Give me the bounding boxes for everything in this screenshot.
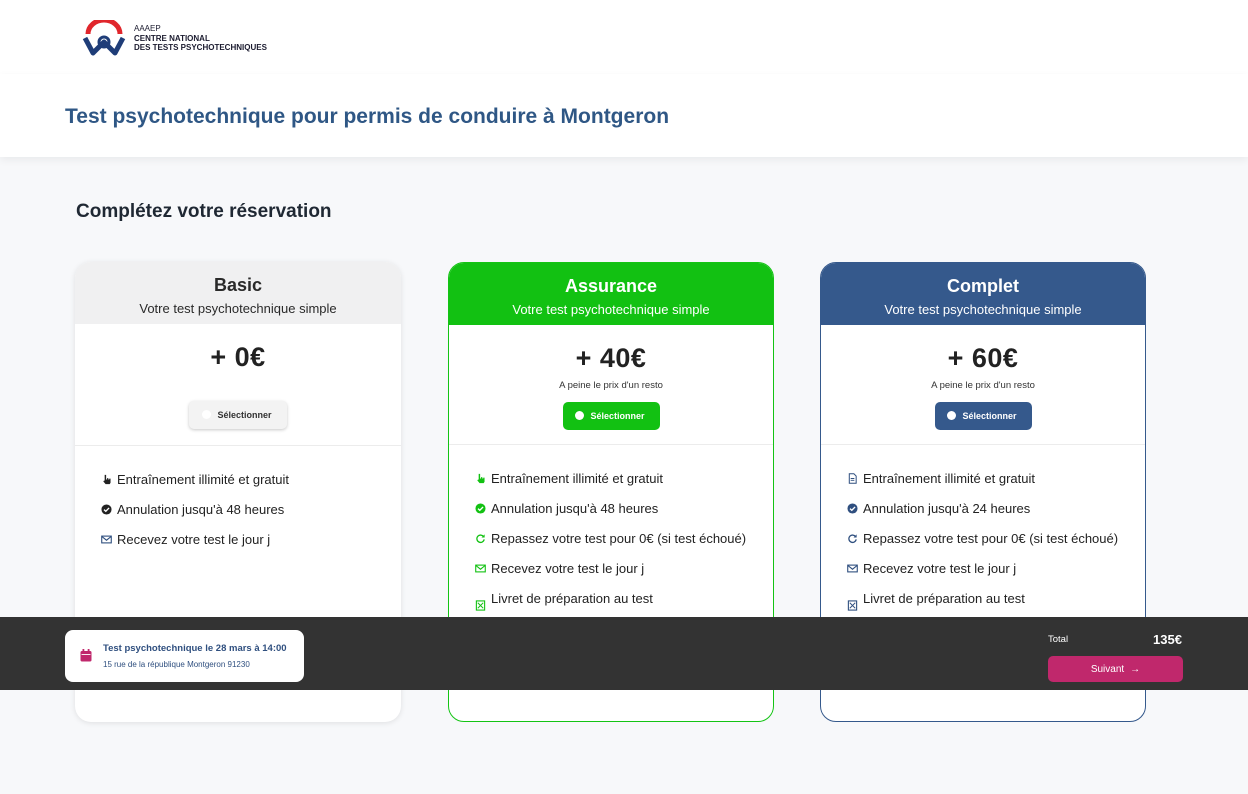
checkout-bar: Test psychotechnique le 28 mars à 14:00 …	[0, 617, 1248, 690]
feature-label: Recevez votre test le jour j	[491, 561, 645, 576]
envelope-icon	[847, 563, 858, 574]
plan-subtitle: Votre test psychotechnique simple	[884, 302, 1082, 317]
feature-label: Annulation jusqu'à 48 heures	[491, 501, 659, 516]
envelope-icon	[101, 534, 112, 545]
radio-icon	[947, 411, 957, 420]
feature-label: Recevez votre test le jour j	[863, 561, 1017, 576]
feature-list: Entraînement illimité et gratuit Annulat…	[449, 445, 773, 621]
select-label: Sélectionner	[962, 411, 1017, 421]
select-basic-button[interactable]: Sélectionner	[189, 401, 287, 429]
hand-pointer-icon	[475, 473, 486, 484]
plan-name: Basic	[213, 275, 263, 295]
feature-list: Entraînement illimité et gratuit Annulat…	[75, 446, 401, 562]
total-label: Total	[1048, 634, 1069, 645]
feature-item: Recevez votre test le jour j	[847, 561, 1145, 591]
feature-label: Entraînement illimité et gratuit	[863, 471, 1035, 486]
feature-item: Entraînement illimité et gratuit	[847, 471, 1145, 501]
redo-icon	[475, 533, 486, 544]
plan-price: + 60€	[947, 343, 1019, 373]
feature-item: Annulation jusqu'à 48 heures	[475, 501, 773, 531]
plan-price-note: A peine le prix d'un resto	[931, 380, 1035, 391]
feature-label: Annulation jusqu'à 48 heures	[117, 502, 285, 517]
select-label: Sélectionner	[217, 410, 272, 420]
feature-label: Annulation jusqu'à 24 heures	[863, 501, 1031, 516]
plan-name: Assurance	[564, 276, 658, 296]
logo[interactable]: AAAEP CENTRE NATIONAL DES TESTS PSYCHOTE…	[82, 18, 282, 58]
feature-item: Annulation jusqu'à 24 heures	[847, 501, 1145, 531]
plan-name: Complet	[947, 276, 1019, 296]
feature-item: Recevez votre test le jour j	[101, 532, 401, 562]
feature-item: Repassez votre test pour 0€ (si test éch…	[475, 531, 773, 561]
feature-label: Livret de préparation au test	[491, 591, 653, 606]
logo-icon	[82, 20, 126, 56]
radio-icon	[575, 411, 585, 420]
select-assurance-button[interactable]: Sélectionner	[562, 402, 660, 430]
booking-address: 15 rue de la république Montgeron 91230	[103, 660, 250, 669]
plan-price: + 0€	[210, 342, 266, 372]
logo-text: AAAEP CENTRE NATIONAL DES TESTS PSYCHOTE…	[134, 24, 267, 53]
hand-pointer-icon	[101, 474, 112, 485]
envelope-icon	[475, 563, 486, 574]
redo-icon	[847, 533, 858, 544]
plan-price-note: A peine le prix d'un resto	[559, 380, 663, 391]
logo-line-2: CENTRE NATIONAL	[134, 33, 210, 43]
select-label: Sélectionner	[590, 411, 645, 421]
title-bar: Test psychotechnique pour permis de cond…	[0, 74, 1248, 157]
total-value: 135€	[1153, 632, 1182, 647]
check-circle-icon	[475, 503, 486, 514]
next-label: Suivant	[1090, 663, 1125, 675]
arrow-right-icon: →	[1130, 663, 1141, 675]
feature-item: Entraînement illimité et gratuit	[101, 472, 401, 502]
feature-list: Entraînement illimité et gratuit Annulat…	[821, 445, 1145, 621]
feature-item: Entraînement illimité et gratuit	[475, 471, 773, 501]
feature-label: Entraînement illimité et gratuit	[491, 471, 663, 486]
check-circle-icon	[847, 503, 858, 514]
plan-header: Assurance Votre test psychotechnique sim…	[449, 263, 773, 325]
feature-item: Repassez votre test pour 0€ (si test éch…	[847, 531, 1145, 561]
feature-label: Recevez votre test le jour j	[117, 532, 271, 547]
logo-line-1: AAAEP	[134, 24, 161, 33]
feature-label: Repassez votre test pour 0€ (si test éch…	[863, 531, 1119, 546]
next-button[interactable]: Suivant →	[1048, 656, 1183, 682]
feature-item: Annulation jusqu'à 48 heures	[101, 502, 401, 532]
booking-summary[interactable]: Test psychotechnique le 28 mars à 14:00 …	[65, 630, 304, 682]
section-title: Complétez votre réservation	[76, 201, 332, 222]
select-complet-button[interactable]: Sélectionner	[934, 402, 1032, 430]
plan-header: Basic Votre test psychotechnique simple	[75, 262, 401, 324]
page-title: Test psychotechnique pour permis de cond…	[65, 105, 670, 128]
feature-label: Repassez votre test pour 0€ (si test éch…	[491, 531, 747, 546]
feature-label: Livret de préparation au test	[863, 591, 1025, 606]
radio-icon	[202, 410, 212, 419]
logo-line-3: DES TESTS PSYCHOTECHNIQUES	[134, 43, 267, 52]
plan-subtitle: Votre test psychotechnique simple	[139, 301, 337, 316]
plan-price: + 40€	[575, 343, 647, 373]
book-icon	[475, 600, 486, 611]
top-header: AAAEP CENTRE NATIONAL DES TESTS PSYCHOTE…	[0, 0, 1248, 74]
book-icon	[847, 600, 858, 611]
plan-price-note	[75, 379, 401, 391]
calendar-icon	[80, 649, 92, 662]
booking-title: Test psychotechnique le 28 mars à 14:00	[103, 643, 287, 654]
feature-item: Recevez votre test le jour j	[475, 561, 773, 591]
feature-label: Entraînement illimité et gratuit	[117, 472, 289, 487]
plan-header: Complet Votre test psychotechnique simpl…	[821, 263, 1145, 325]
plan-subtitle: Votre test psychotechnique simple	[512, 302, 710, 317]
check-circle-icon	[101, 504, 112, 515]
document-icon	[847, 473, 858, 484]
